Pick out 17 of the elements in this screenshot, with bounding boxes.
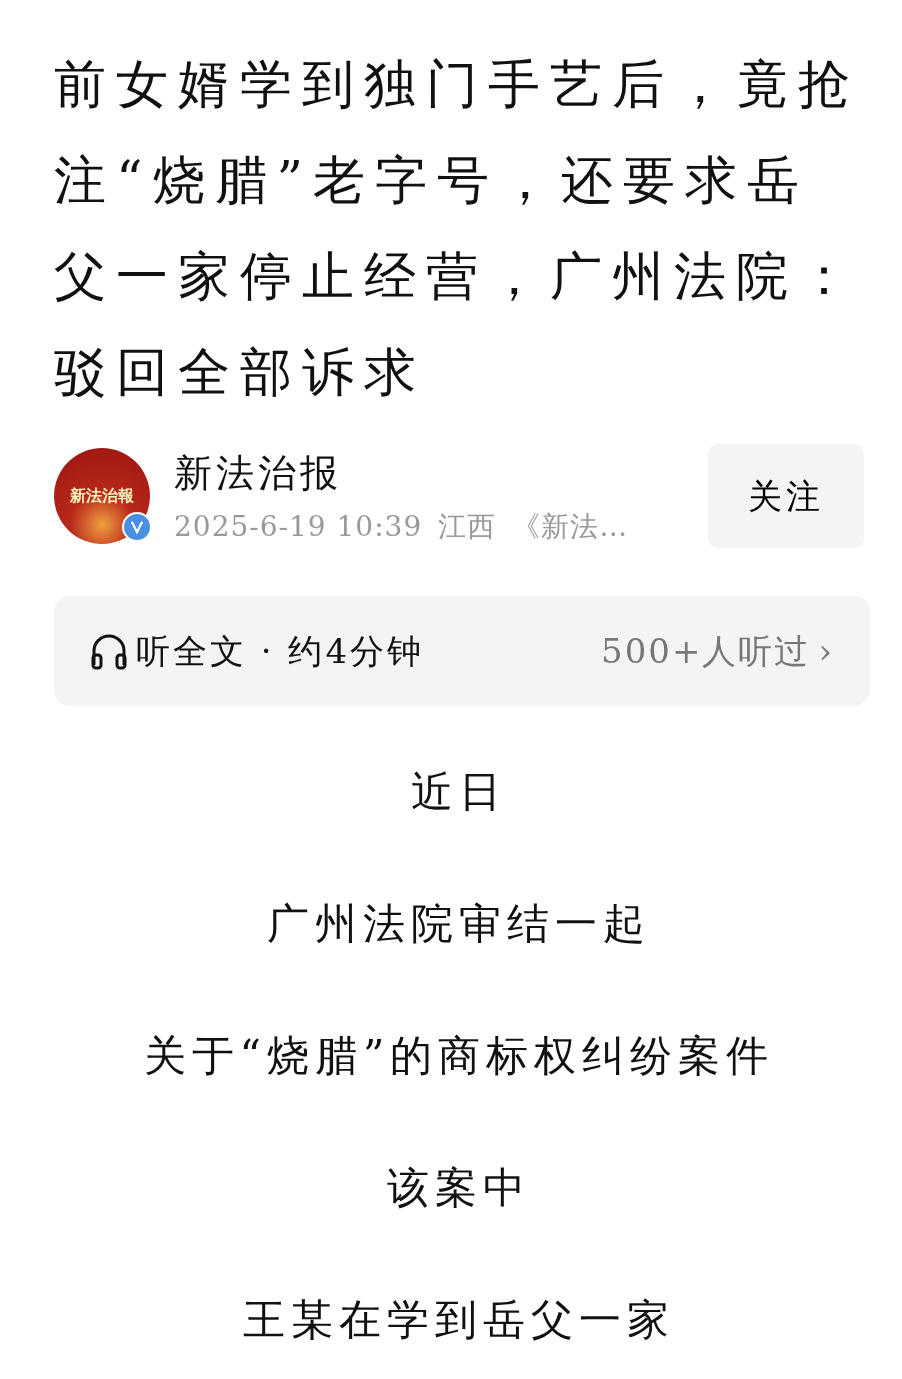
paragraph: 该案中 <box>386 1162 532 1214</box>
author-name[interactable]: 新法治报 <box>174 444 692 502</box>
location: 江西 <box>438 508 497 545</box>
paragraph: 关于“烧腊”的商标权纠纷案件 <box>142 1030 776 1082</box>
listen-label: 听全文 · 约4分钟 <box>136 629 425 673</box>
source: 《新法… <box>512 508 629 545</box>
article-title: 前女婿学到独门手艺后，竟抢注“烧腊”老字号，还要求岳父一家停止经营，广州法院：驳回全部诉求 <box>54 53 861 404</box>
paragraph: 广州法院审结一起 <box>266 898 652 950</box>
listen-count: 500+人听过 <box>601 629 811 673</box>
paragraph: 近日 <box>410 766 508 818</box>
paragraph: 王某在学到岳父一家 <box>242 1294 676 1346</box>
follow-button[interactable]: 关注 <box>708 444 864 548</box>
avatar-logo-text: 新法治報 <box>70 485 134 507</box>
publish-date: 2025-6-19 10:39 <box>174 508 423 545</box>
listen-bar[interactable]: 听全文 · 约4分钟 500+人听过 › <box>54 596 870 706</box>
avatar[interactable]: 新法治報 <box>54 448 150 544</box>
chevron-icon: › <box>818 625 834 677</box>
